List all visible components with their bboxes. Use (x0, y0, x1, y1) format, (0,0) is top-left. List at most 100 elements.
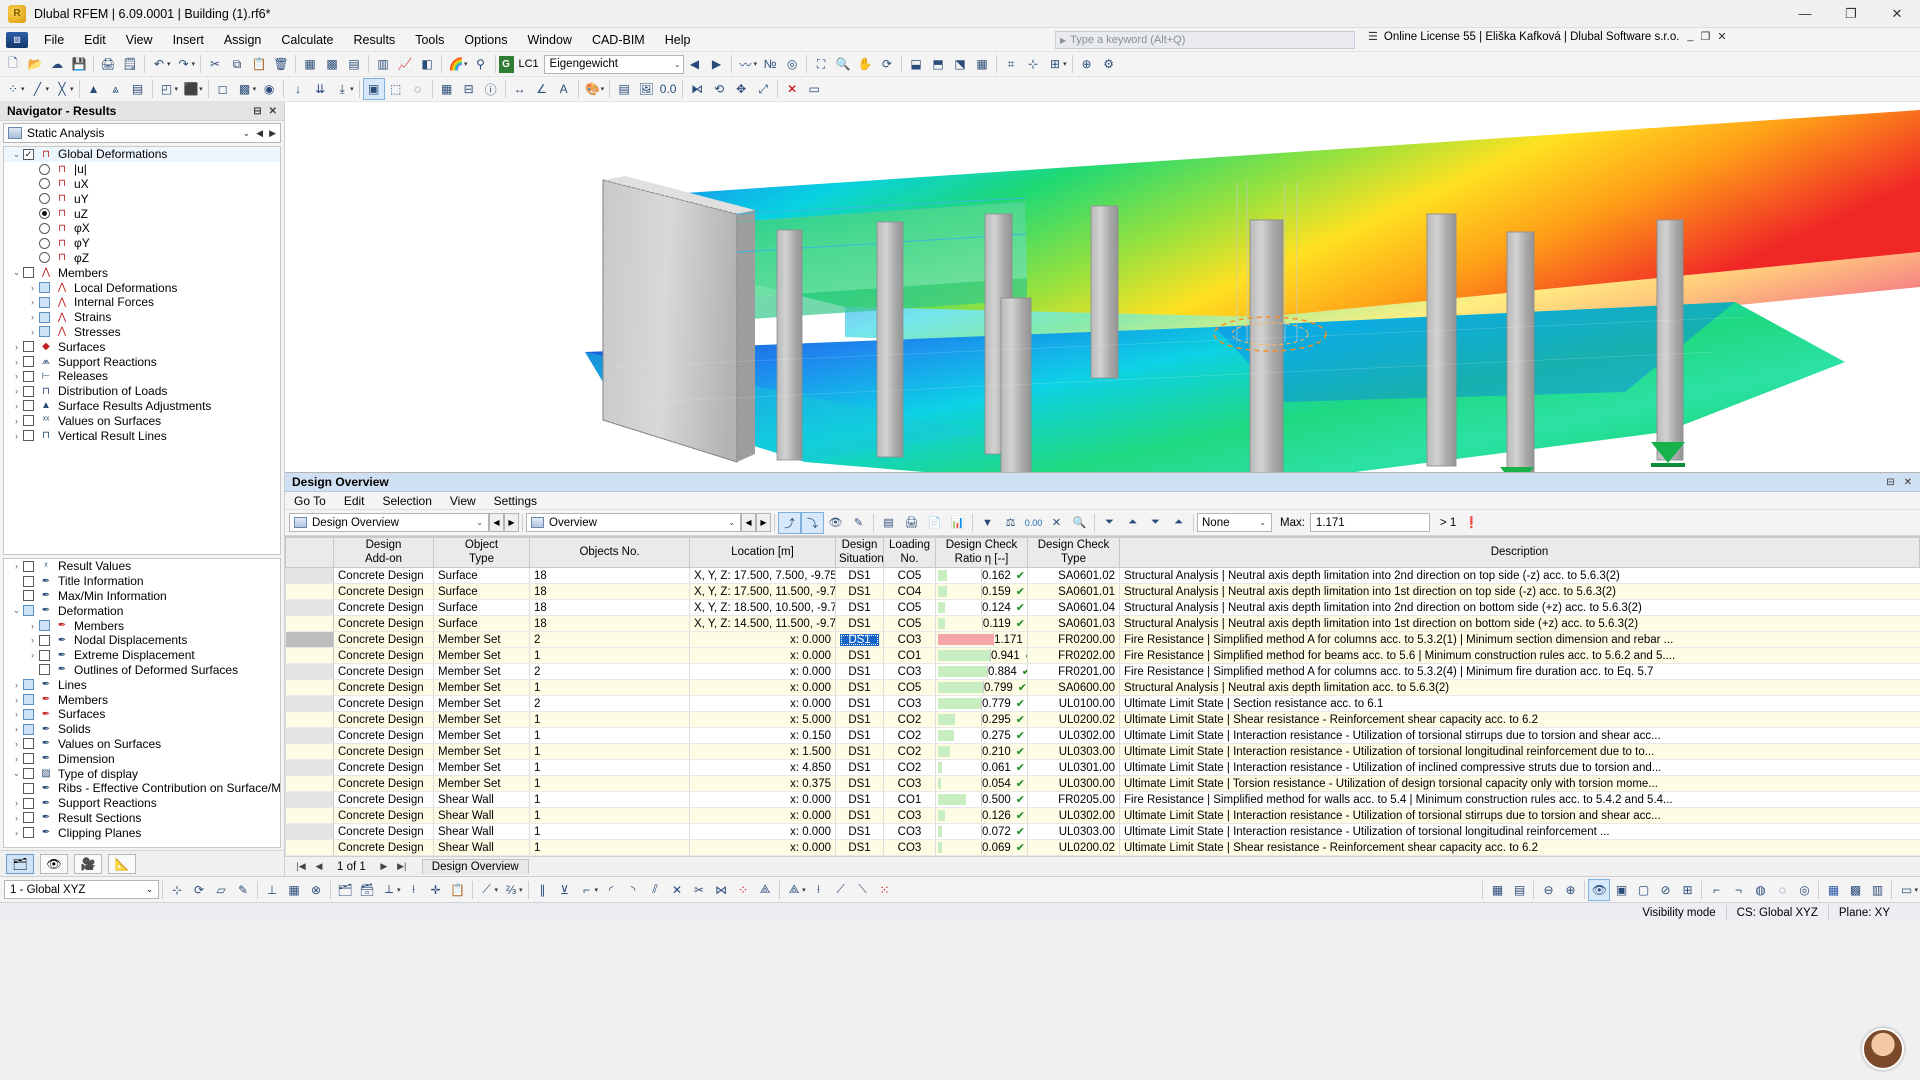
menu-file[interactable]: File (34, 30, 74, 50)
expand-collapse-icon[interactable]: ⌄ (10, 267, 23, 278)
design-overview-close-icon[interactable]: ✕ (1904, 477, 1912, 488)
navigator-tab-render[interactable]: 📐 (108, 854, 136, 874)
coordinate-system-combo[interactable]: 1 - Global XYZ ⌄ (4, 880, 159, 899)
col-objects-no[interactable]: Objects No. (530, 538, 690, 568)
checkbox[interactable] (23, 798, 34, 809)
expand-icon[interactable]: › (10, 561, 23, 571)
close-button[interactable]: ✕ (1874, 0, 1920, 28)
ucs-edit-icon[interactable]: ✎ (232, 879, 254, 901)
radio-button[interactable] (39, 193, 50, 204)
dmenu-settings[interactable]: Settings (485, 492, 546, 510)
table-row[interactable]: Concrete DesignMember Set1x: 1.500DS1CO2… (286, 744, 1920, 760)
wireframe-icon[interactable]: ◌ (1771, 879, 1793, 901)
expand-icon[interactable]: › (10, 680, 23, 690)
doc-minimize-button[interactable]: _ (1687, 30, 1693, 43)
tree-item-lines[interactable]: ›✒Lines (4, 677, 280, 692)
view-grid-icon[interactable]: ▦ (971, 53, 993, 75)
cell-design-situation[interactable]: DS1 (836, 648, 884, 664)
open-file-icon[interactable]: 📂 (24, 53, 46, 75)
snap-icon[interactable]: ⊹ (1022, 53, 1044, 75)
col-loading-no[interactable]: Loading No. (884, 538, 936, 568)
expand-icon[interactable]: › (10, 739, 23, 749)
goto-row-icon[interactable]: ⤵ (801, 512, 824, 534)
table-row[interactable]: Concrete DesignMember Set1x: 0.000DS1CO5… (286, 680, 1920, 696)
filter-ratio-1-icon[interactable]: ⏷ (1098, 512, 1121, 534)
checkbox[interactable] (23, 371, 34, 382)
checkbox[interactable] (23, 590, 34, 601)
expand-icon[interactable]: › (10, 416, 23, 426)
offset-icon[interactable]: ⫽ (644, 879, 666, 901)
object-snap-xx-icon[interactable]: ⟊ (403, 879, 425, 901)
table-row[interactable]: Concrete DesignMember Set1x: 0.150DS1CO2… (286, 728, 1920, 744)
cell-design-situation[interactable]: DS1 (836, 664, 884, 680)
checkbox[interactable]: ✓ (23, 149, 34, 160)
checkbox[interactable] (23, 694, 34, 705)
checkbox[interactable] (23, 724, 34, 735)
table-report-icon[interactable]: 📄 (923, 512, 946, 534)
expand-icon[interactable]: › (10, 813, 23, 823)
tree-item-y[interactable]: ⊓φY (4, 236, 280, 251)
page-last-button[interactable]: ▶| (394, 861, 410, 872)
navigator-tab-display[interactable]: 🗂 (6, 854, 34, 874)
mesh-icon[interactable]: ▦ (436, 78, 458, 100)
view-next-button[interactable]: ▶ (756, 513, 771, 532)
expand-collapse-icon[interactable]: ⌄ (10, 149, 23, 160)
tree-item-max-min-information[interactable]: ✒Max/Min Information (4, 589, 280, 604)
zoom-plus-icon[interactable]: ⊕ (1559, 879, 1581, 901)
loads-icon[interactable]: ▩ (321, 53, 343, 75)
table-row[interactable]: Concrete DesignSurface18X, Y, Z: 18.500,… (286, 600, 1920, 616)
panel-toggle-icon[interactable]: ▭ (1895, 879, 1917, 901)
parallel-icon[interactable]: ∥ (532, 879, 554, 901)
tree-item-surfaces[interactable]: ›◆Surfaces (4, 339, 280, 354)
checkbox[interactable] (39, 282, 50, 293)
tree-item-ribs-effective-contribution-on-surface-member[interactable]: ✒Ribs - Effective Contribution on Surfac… (4, 781, 280, 796)
max-value-input[interactable]: 1.171 (1310, 513, 1430, 532)
cloud-icon[interactable]: ☁ (46, 53, 68, 75)
navigator-pin-icon[interactable]: ⊟ (253, 106, 261, 117)
ortho-icon[interactable]: ⊥ (261, 879, 283, 901)
fraction-snap-icon[interactable]: ⅔ (500, 879, 522, 901)
ucs-origin-icon[interactable]: ⊹ (166, 879, 188, 901)
page-next-button[interactable]: ▶ (376, 861, 392, 872)
printout-report-icon[interactable]: 🗒 (119, 53, 141, 75)
checkbox[interactable] (23, 827, 34, 838)
checkbox[interactable] (23, 709, 34, 720)
radio-button[interactable] (39, 223, 50, 234)
line-icon[interactable]: ╱ (27, 78, 49, 100)
arc-icon[interactable]: ◜ (600, 879, 622, 901)
checkbox[interactable] (39, 650, 50, 661)
checkbox[interactable] (23, 356, 34, 367)
checkbox[interactable] (23, 341, 34, 352)
model-viewport[interactable] (285, 102, 1920, 472)
dmenu-selection[interactable]: Selection (374, 492, 441, 510)
checkbox[interactable] (23, 783, 34, 794)
rotate-copy-icon[interactable]: ⟲ (708, 78, 730, 100)
results-icon[interactable]: ▥ (372, 53, 394, 75)
table-row[interactable]: Concrete DesignSurface18X, Y, Z: 17.500,… (286, 568, 1920, 584)
tree-item-dimension[interactable]: ›✒Dimension (4, 751, 280, 766)
table-row[interactable]: Concrete DesignShear Wall1x: 0.000DS1CO3… (286, 824, 1920, 840)
expand-icon[interactable]: › (10, 371, 23, 381)
table-next-button[interactable]: ▶ (504, 513, 519, 532)
checkbox[interactable] (39, 620, 50, 631)
design-overview-table-wrap[interactable]: Design Add-on Object Type Objects No. Lo… (285, 536, 1920, 856)
tree-item-support-reactions[interactable]: ›✒Support Reactions (4, 796, 280, 811)
table-row[interactable]: Concrete DesignSurface18X, Y, Z: 14.500,… (286, 616, 1920, 632)
expand-icon[interactable]: › (10, 386, 23, 396)
doc-restore-button[interactable]: ❐ (1701, 30, 1711, 43)
cell-design-situation[interactable]: DS1 (836, 840, 884, 856)
tree-item-solids[interactable]: ›✒Solids (4, 722, 280, 737)
table-export-icon[interactable]: ▤ (877, 512, 900, 534)
vis-group-icon[interactable]: ⊞ (1676, 879, 1698, 901)
mesh-refine-icon[interactable]: ⊟ (458, 78, 480, 100)
col-design-check-ratio[interactable]: Design Check Ratio η [--] (936, 538, 1028, 568)
analysis-type-select[interactable]: Static Analysis ⌄ ◀ ▶ (3, 123, 281, 143)
zoom-all-icon[interactable]: ⛶ (810, 53, 832, 75)
lc-next-icon[interactable]: ▶ (706, 53, 728, 75)
select-window-icon[interactable]: ⬚ (385, 78, 407, 100)
tree-item-clipping-planes[interactable]: ›✒Clipping Planes (4, 825, 280, 840)
ucs-plane-icon[interactable]: ▱ (210, 879, 232, 901)
analysis-prev-icon[interactable]: ◀ (256, 128, 263, 139)
vis-all-icon[interactable]: ▣ (1610, 879, 1632, 901)
radio-button[interactable] (39, 178, 50, 189)
